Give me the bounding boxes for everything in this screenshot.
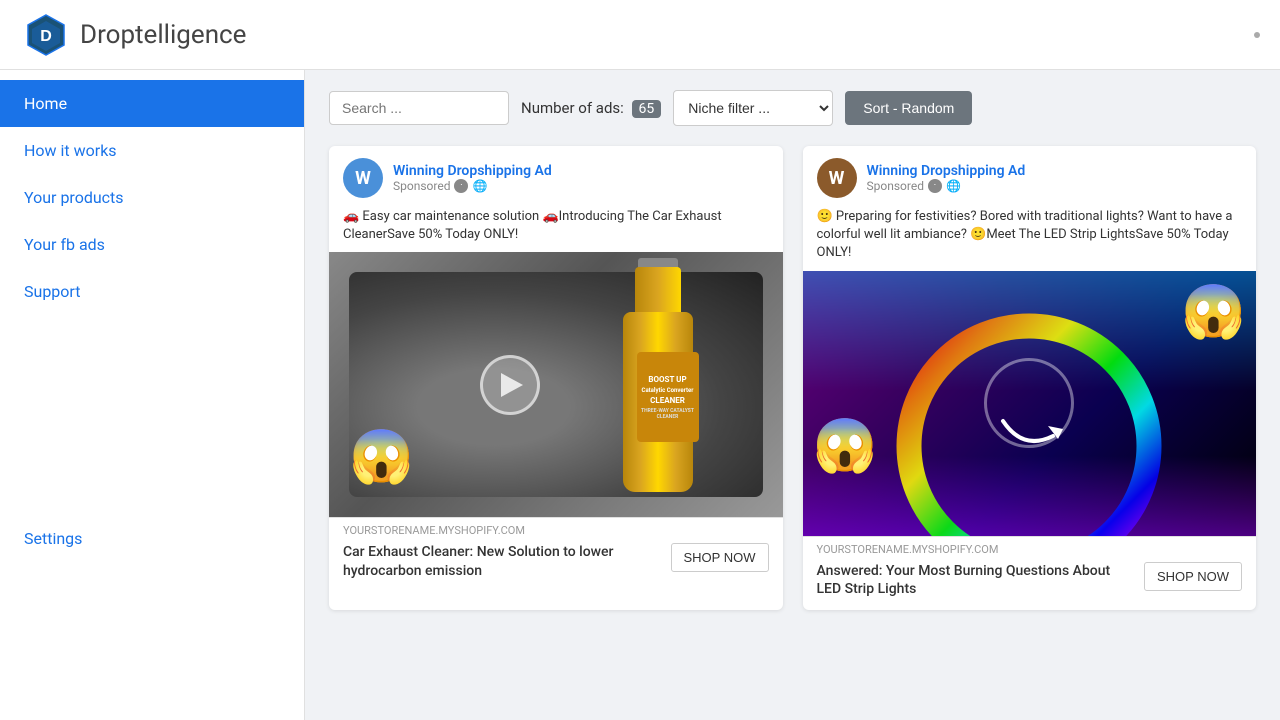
- ad-card-2-header: W Winning Dropshipping Ad Sponsored · 🌐: [803, 146, 1257, 204]
- sidebar: Home How it works Your products Your fb …: [0, 70, 305, 720]
- app-title: Droptelligence: [80, 20, 246, 50]
- search-input[interactable]: [329, 91, 509, 125]
- ad-avatar-2: W: [817, 158, 857, 198]
- bottle-body: BOOST UP Catalytic Converter CLEANER THR…: [623, 312, 693, 492]
- ads-count-badge: 65: [632, 100, 662, 118]
- sidebar-item-support[interactable]: Support: [0, 268, 304, 315]
- main-content: Number of ads: 65 Niche filter ... All n…: [305, 70, 1280, 720]
- scared-emoji-bottom-left: 😱: [813, 415, 878, 476]
- play-triangle-1: [501, 373, 523, 397]
- ad-store-url-1: YOURSTORENAME.MYSHOPIFY.COM: [329, 518, 783, 539]
- bottle: BOOST UP Catalytic Converter CLEANER THR…: [613, 262, 703, 492]
- sidebar-item-your-products[interactable]: Your products: [0, 174, 304, 221]
- shop-now-button-2[interactable]: SHOP NOW: [1144, 562, 1242, 591]
- header: D Droptelligence: [0, 0, 1280, 70]
- ad-card-2: W Winning Dropshipping Ad Sponsored · 🌐 …: [803, 146, 1257, 610]
- arrow-icon: [993, 371, 1073, 451]
- ad-sponsored-2: Sponsored · 🌐: [867, 179, 1026, 193]
- ad-sponsored-1: Sponsored · 🌐: [393, 179, 552, 193]
- sidebar-item-home[interactable]: Home: [0, 80, 304, 127]
- bottle-label: BOOST UP Catalytic Converter CLEANER THR…: [637, 352, 699, 442]
- ad-image-1: BOOST UP Catalytic Converter CLEANER THR…: [329, 252, 783, 517]
- bottle-neck: [635, 267, 681, 317]
- ad-description-2: 🙂 Preparing for festivities? Bored with …: [803, 204, 1257, 271]
- ad-page-name-1[interactable]: Winning Dropshipping Ad: [393, 163, 552, 179]
- shop-now-button-1[interactable]: SHOP NOW: [671, 543, 769, 572]
- controls-bar: Number of ads: 65 Niche filter ... All n…: [329, 90, 1256, 126]
- sidebar-bottom: Settings: [0, 315, 304, 562]
- sidebar-item-your-fb-ads[interactable]: Your fb ads: [0, 221, 304, 268]
- sidebar-item-settings[interactable]: Settings: [0, 515, 304, 562]
- ad-header-info-1: Winning Dropshipping Ad Sponsored · 🌐: [393, 163, 552, 193]
- ads-count-label: Number of ads: 65: [521, 99, 661, 118]
- globe-icon-2: 🌐: [946, 179, 961, 193]
- logo-icon: D: [24, 13, 68, 57]
- ad-image-2: 😱 😱: [803, 271, 1257, 536]
- svg-text:D: D: [40, 28, 52, 45]
- globe-icon-1: 🌐: [472, 179, 487, 193]
- play-button-1[interactable]: [480, 355, 540, 415]
- ad-description-1: 🚗 Easy car maintenance solution 🚗Introdu…: [329, 204, 783, 252]
- ads-grid: W Winning Dropshipping Ad Sponsored · 🌐 …: [329, 146, 1256, 610]
- sort-random-button[interactable]: Sort - Random: [845, 91, 972, 125]
- sidebar-item-how-it-works[interactable]: How it works: [0, 127, 304, 174]
- logo: D Droptelligence: [24, 13, 246, 57]
- header-dot: [1254, 32, 1260, 38]
- ad-store-url-2: YOURSTORENAME.MYSHOPIFY.COM: [803, 537, 1257, 558]
- sponsored-icon-1: ·: [454, 179, 468, 193]
- ad-card-1-footer: YOURSTORENAME.MYSHOPIFY.COM Car Exhaust …: [329, 517, 783, 591]
- ad-card-1: W Winning Dropshipping Ad Sponsored · 🌐 …: [329, 146, 783, 610]
- ad-footer-row-1: Car Exhaust Cleaner: New Solution to low…: [329, 539, 783, 591]
- sponsored-icon-2: ·: [928, 179, 942, 193]
- ad-product-name-1: Car Exhaust Cleaner: New Solution to low…: [343, 543, 662, 579]
- ad-footer-row-2: Answered: Your Most Burning Questions Ab…: [803, 558, 1257, 610]
- ad-card-1-header: W Winning Dropshipping Ad Sponsored · 🌐: [329, 146, 783, 204]
- ad-header-info-2: Winning Dropshipping Ad Sponsored · 🌐: [867, 163, 1026, 193]
- ad-card-2-footer: YOURSTORENAME.MYSHOPIFY.COM Answered: Yo…: [803, 536, 1257, 610]
- niche-filter-select[interactable]: Niche filter ... All niches Health Beaut…: [673, 90, 833, 126]
- ad-avatar-1: W: [343, 158, 383, 198]
- ad-product-name-2: Answered: Your Most Burning Questions Ab…: [817, 562, 1136, 598]
- scared-emoji-top-right: 😱: [1181, 281, 1246, 342]
- scared-emoji-1: 😱: [349, 426, 414, 487]
- ad-page-name-2[interactable]: Winning Dropshipping Ad: [867, 163, 1026, 179]
- layout: Home How it works Your products Your fb …: [0, 70, 1280, 720]
